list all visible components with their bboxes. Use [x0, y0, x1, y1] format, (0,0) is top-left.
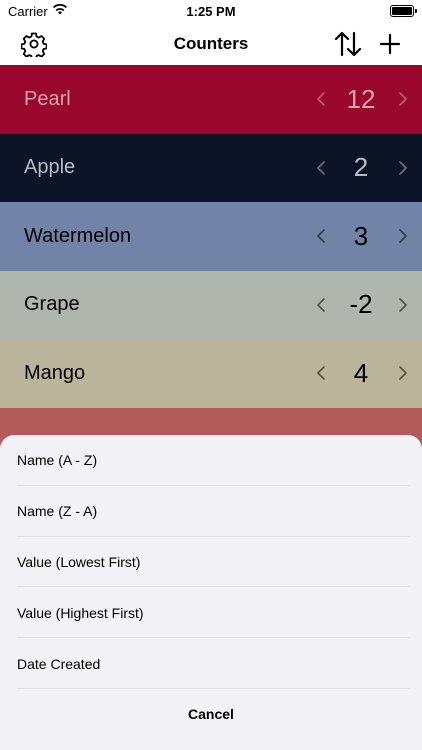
- counter-row[interactable]: Pearl 12: [0, 65, 422, 134]
- cancel-button[interactable]: Cancel: [0, 689, 422, 739]
- counter-controls: 2: [282, 134, 422, 203]
- sort-option-name-asc[interactable]: Name (A - Z): [0, 435, 422, 486]
- counter-value: 4: [353, 357, 369, 388]
- chevron-left-icon[interactable]: [316, 228, 326, 244]
- counter-value: -2: [349, 289, 373, 320]
- chevron-left-icon[interactable]: [316, 297, 326, 313]
- chevron-left-icon[interactable]: [316, 365, 326, 381]
- chevron-left-icon[interactable]: [316, 160, 326, 176]
- chevron-right-icon[interactable]: [398, 297, 408, 313]
- counter-value: 3: [353, 220, 369, 251]
- sort-option-value-desc[interactable]: Value (Highest First): [0, 587, 422, 638]
- battery-icon: [390, 5, 417, 17]
- counter-value: 12: [346, 83, 376, 114]
- sort-option-date-created[interactable]: Date Created: [0, 638, 422, 689]
- navigation-bar: Counters: [0, 24, 422, 65]
- counter-controls: 12: [282, 65, 422, 134]
- counter-controls: 3: [282, 202, 422, 271]
- status-bar: Carrier 1:25 PM: [0, 0, 422, 24]
- chevron-left-icon[interactable]: [316, 91, 326, 107]
- counter-controls: -2: [282, 271, 422, 340]
- counter-name: Mango: [24, 361, 86, 384]
- sort-option-value-asc[interactable]: Value (Lowest First): [0, 537, 422, 588]
- counter-name: Apple: [24, 156, 76, 179]
- counter-row[interactable]: Watermelon 3: [0, 202, 422, 271]
- counter-row[interactable]: Grape -2: [0, 270, 422, 340]
- counter-name: Watermelon: [24, 224, 132, 247]
- counter-name: Grape: [24, 293, 80, 316]
- counter-value: 2: [353, 152, 369, 183]
- counter-name: Pearl: [24, 87, 71, 110]
- chevron-right-icon[interactable]: [398, 91, 408, 107]
- chevron-right-icon[interactable]: [398, 228, 408, 244]
- counter-controls: 4: [282, 339, 422, 408]
- clock: 1:25 PM: [186, 4, 236, 19]
- plus-icon[interactable]: [378, 32, 402, 56]
- counter-list: Pearl 12 Apple 2 Watermelon 3 Grape -2 M: [0, 65, 422, 476]
- sort-arrows-icon[interactable]: [333, 30, 363, 58]
- sort-action-sheet: Name (A - Z) Name (Z - A) Value (Lowest …: [0, 435, 422, 750]
- sort-option-name-desc[interactable]: Name (Z - A): [0, 486, 422, 537]
- counter-row[interactable]: Apple 2: [0, 133, 422, 203]
- chevron-right-icon[interactable]: [398, 365, 408, 381]
- counter-row[interactable]: Mango 4: [0, 339, 422, 408]
- chevron-right-icon[interactable]: [398, 160, 408, 176]
